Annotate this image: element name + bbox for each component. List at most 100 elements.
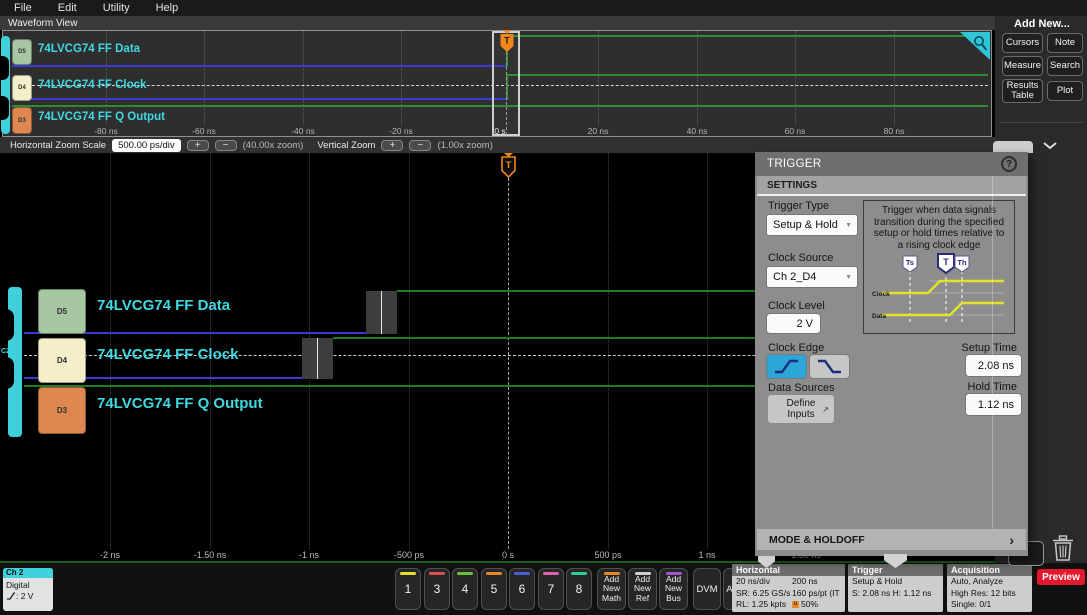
axis-tick: 80 ns: [884, 126, 905, 136]
tab-waveform-view[interactable]: Waveform View: [8, 18, 77, 29]
plot-button[interactable]: Plot: [1047, 81, 1083, 101]
handle-pill[interactable]: [0, 357, 14, 389]
axis-tick: -2 ns: [100, 550, 120, 560]
handle-pill[interactable]: [0, 309, 14, 341]
axis-tick: -500 ps: [394, 550, 424, 560]
hold-time-input[interactable]: 1.12 ns: [965, 393, 1022, 416]
grid-line: [697, 31, 698, 125]
menu-edit[interactable]: Edit: [58, 2, 77, 14]
trash-icon[interactable]: [1051, 535, 1075, 562]
trigger-source-tag: C2: [1, 82, 10, 89]
panel-seam: [992, 176, 993, 529]
axis-tick: 0 s: [502, 550, 514, 560]
grid-line: [795, 31, 796, 125]
results-table-button[interactable]: Results Table: [1002, 79, 1043, 103]
define-inputs-button[interactable]: Define Inputs ↗: [767, 394, 835, 424]
handle-pill[interactable]: [0, 96, 9, 120]
v-zoom-in-button[interactable]: +: [381, 140, 403, 151]
trigger-flag-icon[interactable]: T: [499, 30, 515, 53]
tab-bar: Waveform View: [0, 16, 995, 30]
digital-ch3-button[interactable]: 3: [424, 568, 450, 610]
rail-divider: [999, 122, 1083, 123]
digital-ch7-button[interactable]: 7: [538, 568, 564, 610]
channel-badge-d3[interactable]: D3: [12, 107, 32, 134]
data-sources-label: Data Sources: [768, 382, 835, 394]
menu-help[interactable]: Help: [156, 2, 179, 14]
digital-ch4-button[interactable]: 4: [452, 568, 478, 610]
menu-utility[interactable]: Utility: [103, 2, 130, 14]
h-zoom-in-button[interactable]: +: [187, 140, 209, 151]
collapse-chevron-icon[interactable]: [1042, 140, 1058, 151]
clock-source-label: Clock Source: [768, 252, 833, 264]
channel-label: 74LVCG74 FF Clock: [38, 79, 146, 91]
svg-text:T: T: [506, 160, 512, 171]
svg-text:Th: Th: [957, 258, 967, 267]
channel-badge-d4[interactable]: D4: [38, 338, 86, 383]
menu-bar: File Edit Utility Help: [0, 0, 1087, 16]
grid-line: [608, 153, 609, 549]
axis-tick: 60 ns: [785, 126, 806, 136]
ch4-color-bar: [457, 572, 473, 575]
clock-source-dropdown[interactable]: Ch 2_D4 ▼: [766, 266, 858, 288]
v-zoom-readout: (1.00x zoom): [437, 140, 492, 151]
add-new-bus-button[interactable]: AddNewBus: [659, 568, 688, 610]
trigger-config-panel: TRIGGER ? SETTINGS Trigger Type Setup & …: [755, 152, 1028, 556]
ch2-badge[interactable]: Ch 2 Digital : 2 V: [3, 568, 53, 611]
channel-label: 74LVCG74 FF Q Output: [97, 395, 263, 412]
channel-badge-d3[interactable]: D3: [38, 387, 86, 434]
settings-section-header: SETTINGS: [757, 176, 1026, 196]
data-low-line: [12, 65, 506, 67]
ch2-badge-type: Digital: [3, 580, 53, 590]
help-icon[interactable]: ?: [1001, 156, 1017, 172]
trigger-source-tag: C2: [1, 348, 10, 355]
trigger-type-dropdown[interactable]: Setup & Hold ▼: [766, 214, 858, 236]
mode-holdoff-section[interactable]: MODE & HOLDOFF ›: [757, 529, 1026, 550]
hold-time-label: Hold Time: [925, 381, 1017, 393]
falling-edge-button[interactable]: [809, 354, 850, 379]
channel-badge-d5[interactable]: D5: [12, 39, 32, 65]
measure-button[interactable]: Measure: [1002, 56, 1043, 76]
rising-edge-button[interactable]: [766, 354, 807, 379]
grid-line: [707, 153, 708, 549]
ref-color-bar: [635, 572, 651, 575]
dvm-button[interactable]: DVM: [693, 568, 721, 610]
grid-line: [598, 31, 599, 125]
horizontal-badge[interactable]: Horizontal 20 ns/div200 ns SR: 6.25 GS/s…: [732, 564, 845, 612]
preview-button[interactable]: Preview: [1037, 569, 1085, 585]
add-new-math-button[interactable]: AddNewMath: [597, 568, 626, 610]
cursors-button[interactable]: Cursors: [1002, 33, 1043, 53]
channel-badge-d5[interactable]: D5: [38, 289, 86, 334]
axis-tick: 20 ns: [588, 126, 609, 136]
tekscope-screen: File Edit Utility Help Waveform View Add…: [0, 0, 1087, 615]
v-zoom-out-button[interactable]: −: [409, 140, 431, 151]
bottom-settings-bar: Ch 2 Digital : 2 V 1 3 4 5 6 7 8 AddNewM…: [0, 563, 1087, 615]
data-edge: [381, 291, 382, 334]
axis-tick: 500 ps: [594, 550, 621, 560]
channel-badge-d4[interactable]: D4: [12, 75, 32, 101]
math-color-bar: [604, 572, 620, 575]
handle-pill[interactable]: [0, 56, 9, 80]
channel-label: 74LVCG74 FF Q Output: [38, 111, 165, 123]
search-button[interactable]: Search: [1047, 56, 1083, 76]
setup-time-input[interactable]: 2.08 ns: [965, 354, 1022, 377]
trigger-flag-icon[interactable]: T: [500, 153, 517, 179]
digital-ch5-button[interactable]: 5: [481, 568, 507, 610]
note-button[interactable]: Note: [1047, 33, 1083, 53]
trigger-badge[interactable]: Trigger Setup & Hold S: 2.08 ns H: 1.12 …: [848, 564, 943, 612]
digital-ch1-button[interactable]: 1: [395, 568, 421, 610]
digital-ch6-button[interactable]: 6: [509, 568, 535, 610]
zoom-corner-icon[interactable]: [960, 32, 990, 60]
menu-file[interactable]: File: [14, 2, 32, 14]
axis-tick: -60 ns: [192, 126, 216, 136]
add-new-ref-button[interactable]: AddNewRef: [628, 568, 657, 610]
horizontal-badge-title: Horizontal: [732, 564, 845, 576]
digital-ch8-button[interactable]: 8: [566, 568, 592, 610]
acquisition-badge[interactable]: Acquisition Auto, Analyze High Res: 12 b…: [947, 564, 1032, 612]
clock-level-input[interactable]: 2 V: [766, 313, 821, 334]
svg-text:Data: Data: [872, 313, 886, 320]
axis-tick: -1.50 ns: [194, 550, 227, 560]
h-zoom-scale-input[interactable]: 500.00 ps/div: [112, 139, 181, 152]
h-zoom-out-button[interactable]: −: [215, 140, 237, 151]
setup-time-label: Setup Time: [925, 342, 1017, 354]
grid-line: [401, 31, 402, 125]
